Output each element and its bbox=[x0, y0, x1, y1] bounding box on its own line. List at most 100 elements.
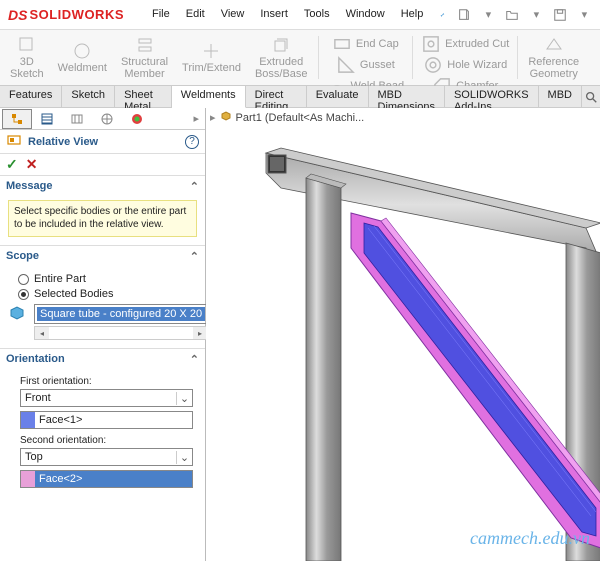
logo-ds-prefix: DS bbox=[8, 7, 27, 23]
second-orientation-label: Second orientation: bbox=[20, 435, 197, 446]
3d-sketch-button[interactable]: 3D Sketch bbox=[4, 32, 50, 83]
tab-evaluate[interactable]: Evaluate bbox=[307, 86, 369, 107]
menu-insert[interactable]: Insert bbox=[252, 4, 296, 26]
face-value: Face<2> bbox=[35, 473, 192, 485]
scope-header[interactable]: Scope⌃ bbox=[0, 246, 205, 266]
save-dropdown-icon[interactable]: ▾ bbox=[573, 4, 595, 26]
panel-title-row: Relative View ? bbox=[0, 130, 205, 154]
body-icon bbox=[8, 304, 26, 336]
fm-tab-dimxpert[interactable] bbox=[92, 109, 122, 129]
menu-help[interactable]: Help bbox=[393, 4, 432, 26]
open-file-icon[interactable] bbox=[501, 4, 523, 26]
weldment-button[interactable]: Weldment bbox=[52, 32, 113, 83]
hole-wizard-button[interactable]: Hole Wizard bbox=[417, 55, 513, 76]
tab-direct-editing[interactable]: Direct Editing bbox=[246, 86, 307, 107]
menu-edit[interactable]: Edit bbox=[178, 4, 213, 26]
graphics-viewport[interactable]: ▸ Part1 (Default<As Machi... bbox=[206, 108, 600, 561]
tab-features[interactable]: Features bbox=[0, 86, 62, 107]
first-orientation-label: First orientation: bbox=[20, 376, 197, 387]
selection-list-wrap: Square tube - configured 20 X 20 ◂▸ bbox=[34, 304, 208, 340]
message-body: Select specific bodies or the entire par… bbox=[8, 200, 197, 237]
extruded-cut-button[interactable]: Extruded Cut bbox=[417, 34, 513, 55]
combo-value: Front bbox=[21, 392, 176, 404]
tab-sheetmetal[interactable]: Sheet Metal bbox=[115, 86, 172, 107]
open-dropdown-icon[interactable]: ▾ bbox=[525, 4, 547, 26]
extruded-boss-button[interactable]: Extruded Boss/Base bbox=[249, 32, 314, 83]
radio-icon bbox=[18, 274, 29, 285]
radio-label: Selected Bodies bbox=[34, 288, 114, 300]
selection-item[interactable]: Square tube - configured 20 X 20 bbox=[37, 307, 205, 321]
fm-tab-config[interactable] bbox=[62, 109, 92, 129]
quick-access-toolbar: ▾ ▾ ▾ ▾ bbox=[453, 4, 600, 26]
main-content: ▸ Relative View ? ✓ ✕ Message⌃ Select sp… bbox=[0, 108, 600, 561]
model-render bbox=[206, 108, 600, 561]
help-icon[interactable]: ? bbox=[185, 135, 199, 149]
save-icon[interactable] bbox=[549, 4, 571, 26]
scroll-right-icon[interactable]: ▸ bbox=[193, 327, 207, 339]
collapse-icon: ⌃ bbox=[190, 353, 199, 366]
menu-tools[interactable]: Tools bbox=[296, 4, 338, 26]
combo-value: Top bbox=[21, 451, 176, 463]
structural-member-button[interactable]: Structural Member bbox=[115, 32, 174, 83]
new-dropdown-icon[interactable]: ▾ bbox=[477, 4, 499, 26]
face-value: Face<1> bbox=[35, 414, 192, 426]
second-orientation-combo[interactable]: Top⌄ bbox=[20, 448, 193, 466]
second-face-field[interactable]: Face<2> bbox=[20, 470, 193, 488]
fm-tab-expand-icon[interactable]: ▸ bbox=[193, 112, 203, 125]
tab-addins[interactable]: SOLIDWORKS Add-Ins bbox=[445, 86, 539, 107]
fm-tab-property[interactable] bbox=[32, 109, 62, 129]
feature-manager-tabs: ▸ bbox=[0, 108, 205, 130]
menu-window[interactable]: Window bbox=[338, 4, 393, 26]
orientation-header[interactable]: Orientation⌃ bbox=[0, 349, 205, 369]
selection-list[interactable]: Square tube - configured 20 X 20 bbox=[34, 304, 208, 324]
collapse-icon: ⌃ bbox=[190, 250, 199, 263]
gusset-button[interactable]: Gusset bbox=[323, 55, 409, 76]
face-color-swatch bbox=[21, 412, 35, 428]
ok-button[interactable]: ✓ bbox=[6, 156, 18, 173]
radio-entire-part[interactable]: Entire Part bbox=[18, 273, 197, 285]
ribbon: 3D Sketch Weldment Structural Member Tri… bbox=[0, 30, 600, 86]
tab-mbd-dimensions[interactable]: MBD Dimensions bbox=[369, 86, 445, 107]
face-color-swatch bbox=[21, 471, 35, 487]
selection-box: Square tube - configured 20 X 20 ◂▸ bbox=[8, 304, 197, 340]
trim-extend-button[interactable]: Trim/Extend bbox=[176, 32, 247, 83]
first-orientation-combo[interactable]: Front⌄ bbox=[20, 389, 193, 407]
new-file-icon[interactable] bbox=[453, 4, 475, 26]
scroll-left-icon[interactable]: ◂ bbox=[35, 327, 49, 339]
tab-search-icon[interactable] bbox=[582, 86, 600, 107]
radio-icon-selected bbox=[18, 289, 29, 300]
panel-title: Relative View bbox=[28, 136, 98, 148]
tab-weldments[interactable]: Weldments bbox=[172, 86, 246, 108]
cancel-button[interactable]: ✕ bbox=[26, 156, 38, 173]
ribbon-sep-3 bbox=[517, 36, 518, 79]
fm-tab-feature-tree[interactable] bbox=[2, 109, 32, 129]
watermark: cammech.edu.vn bbox=[470, 528, 590, 549]
ribbon-sep-2 bbox=[412, 36, 413, 79]
radio-label: Entire Part bbox=[34, 273, 86, 285]
menu-view[interactable]: View bbox=[213, 4, 253, 26]
chevron-down-icon: ⌄ bbox=[176, 392, 192, 405]
reference-geometry-button[interactable]: Reference Geometry bbox=[522, 32, 585, 83]
message-section: Message⌃ Select specific bodies or the e… bbox=[0, 176, 205, 246]
relative-view-icon bbox=[6, 132, 22, 151]
horizontal-scrollbar[interactable]: ◂▸ bbox=[34, 326, 208, 340]
end-cap-button[interactable]: End Cap bbox=[323, 34, 409, 55]
collapse-icon: ⌃ bbox=[190, 180, 199, 193]
menu-bar: File Edit View Insert Tools Window Help bbox=[144, 4, 453, 26]
radio-selected-bodies[interactable]: Selected Bodies bbox=[18, 288, 197, 300]
ok-cancel-row: ✓ ✕ bbox=[0, 154, 205, 176]
orientation-section: Orientation⌃ First orientation: Front⌄ F… bbox=[0, 349, 205, 502]
command-tabs: Features Sketch Sheet Metal Weldments Di… bbox=[0, 86, 600, 108]
tab-sketch[interactable]: Sketch bbox=[62, 86, 115, 107]
chevron-down-icon: ⌄ bbox=[176, 451, 192, 464]
first-face-field[interactable]: Face<1> bbox=[20, 411, 193, 429]
logo-brand: SOLIDWORKS bbox=[29, 7, 124, 22]
title-bar: DS SOLIDWORKS File Edit View Insert Tool… bbox=[0, 0, 600, 30]
message-header[interactable]: Message⌃ bbox=[0, 176, 205, 196]
fm-tab-display[interactable] bbox=[122, 109, 152, 129]
menu-file[interactable]: File bbox=[144, 4, 178, 26]
scope-section: Scope⌃ Entire Part Selected Bodies Squar… bbox=[0, 246, 205, 349]
app-logo: DS SOLIDWORKS bbox=[8, 7, 124, 23]
tab-mbd[interactable]: MBD bbox=[539, 86, 582, 107]
pin-icon[interactable] bbox=[431, 4, 453, 26]
